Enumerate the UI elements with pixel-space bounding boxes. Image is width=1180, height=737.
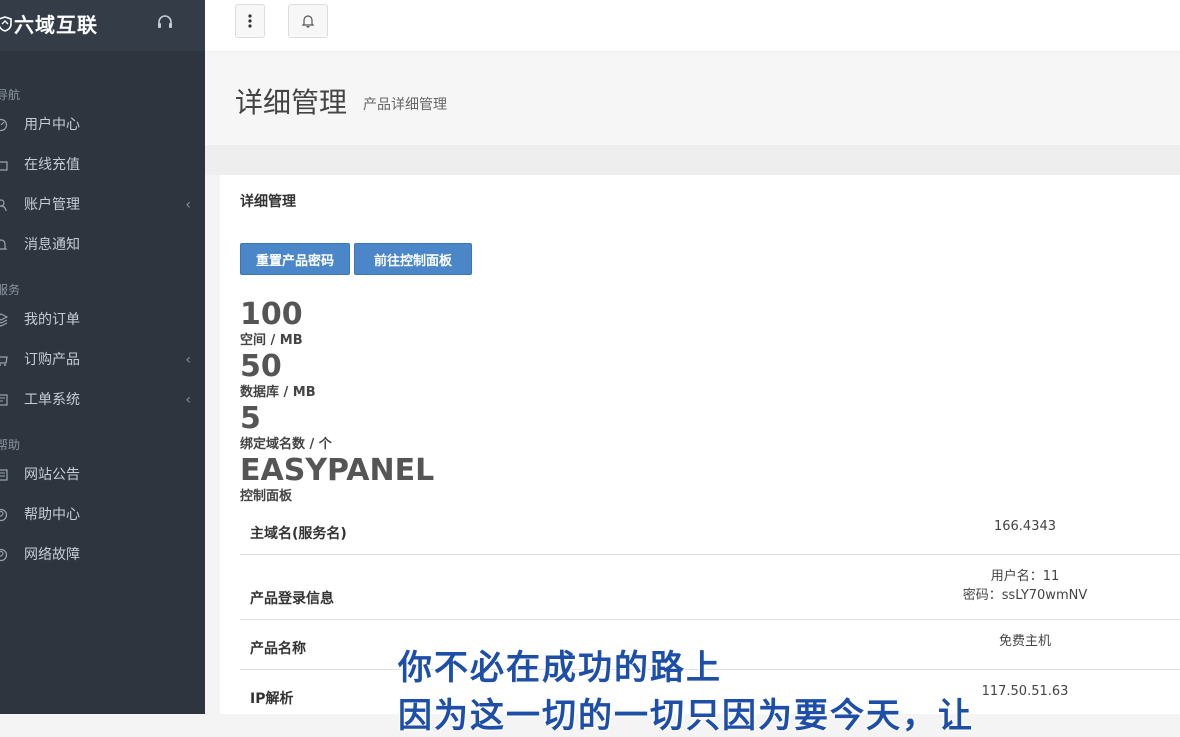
space-value: 100 [240, 297, 303, 332]
row-key: 主域名(服务名) [250, 526, 347, 542]
sidebar-nav: 导航用户中心在线充值账户管理 ‹ 消息通知服务我的订单订购产品 ‹ 工单系统 ‹ 帮助网站公… [0, 51, 205, 575]
layers-icon [0, 313, 8, 327]
shield-icon [0, 15, 12, 32]
nav-section-title: 导航 [0, 88, 21, 102]
sidebar-item-label: 账户管理 [24, 197, 80, 213]
row-key: 产品登录信息 [250, 591, 334, 607]
sidebar-item-label: 工单系统 [24, 392, 80, 408]
brand-logo[interactable]: 六域互联 [0, 9, 98, 38]
more-menu-button[interactable] [235, 4, 265, 38]
page-subtitle: 产品详细管理 [363, 97, 447, 113]
help-icon [0, 508, 8, 522]
nav-section-title: 帮助 [0, 438, 21, 452]
notifications-button[interactable] [288, 4, 328, 38]
dashboard-icon [0, 118, 8, 132]
folder-icon [0, 161, 8, 171]
user-icon [0, 199, 7, 212]
sidebar-item-label: 订购产品 [24, 352, 80, 368]
top-bar [205, 0, 1180, 52]
reset-password-button[interactable]: 重置产品密码 [240, 243, 350, 275]
row-value: 166.4343 [860, 517, 1180, 536]
sidebar-item[interactable]: 我的订单 [0, 300, 205, 340]
sidebar-item[interactable]: 用户中心 [0, 105, 205, 145]
video-caption-line-1: 你不必在成功的路上 [398, 648, 722, 688]
sidebar-item-label: 在线充值 [24, 157, 80, 173]
page-header: 详细管理 产品详细管理 [205, 52, 1180, 145]
chevron-left-icon: ‹ [185, 392, 191, 408]
sidebar-item[interactable]: 消息通知 [0, 225, 205, 265]
cart-icon [0, 356, 8, 366]
row-value: 用户名：11 密码：ssLY70wmNV [860, 567, 1180, 605]
sidebar: 六域互联 导航用户中心在线充值账户管理 ‹ 消息通知服务我的订单订购产品 ‹ 工单系统 ‹… [0, 0, 205, 714]
headset-icon[interactable] [156, 13, 174, 35]
page-title: 详细管理 [235, 86, 348, 119]
content-gap [205, 145, 1180, 175]
sidebar-item-label: 消息通知 [24, 237, 80, 253]
bell-icon [301, 15, 315, 28]
row-key: IP解析 [250, 691, 294, 707]
space-label: 空间 / MB [240, 333, 303, 348]
sidebar-item[interactable]: 在线充值 [0, 145, 205, 185]
sidebar-item[interactable]: 帮助中心 [0, 495, 205, 535]
sidebar-item-label: 网络故障 [24, 547, 80, 563]
sidebar-item[interactable]: 网络故障 [0, 535, 205, 575]
login-password: 密码：ssLY70wmNV [962, 588, 1088, 603]
table-row: 主域名(服务名) 166.4343 [240, 505, 1180, 555]
panel-title: 详细管理 [240, 194, 296, 210]
login-username: 用户名：11 [990, 569, 1060, 584]
database-value: 50 [240, 349, 282, 384]
sidebar-header: 六域互联 [0, 0, 205, 51]
go-to-control-panel-button[interactable]: 前往控制面板 [354, 243, 472, 275]
row-key: 产品名称 [250, 641, 306, 657]
chevron-left-icon: ‹ [185, 197, 191, 213]
sidebar-item-label: 我的订单 [24, 312, 80, 328]
control-panel-label: 控制面板 [240, 489, 293, 504]
more-vertical-icon [248, 14, 252, 28]
sidebar-item[interactable]: 网站公告 [0, 455, 205, 495]
main-domain-value: 166.4343 [993, 519, 1057, 534]
bell-icon [0, 239, 8, 250]
row-value: 免费主机 [860, 632, 1180, 651]
chevron-left-icon: ‹ [185, 352, 191, 368]
database-label: 数据库 / MB [240, 385, 316, 400]
sidebar-item[interactable]: 工单系统 ‹ [0, 380, 205, 420]
sidebar-item-label: 帮助中心 [24, 507, 80, 523]
sidebar-item-label: 网站公告 [24, 467, 80, 483]
domains-value: 5 [240, 401, 261, 436]
control-panel-value: EASYPANEL [240, 453, 435, 488]
domains-label: 绑定域名数 / 个 [240, 437, 332, 452]
details-panel: 详细管理 重置产品密码 前往控制面板 100 空间 / MB 50 数据库 / … [220, 175, 1180, 714]
product-name-value: 免费主机 [998, 634, 1051, 649]
sidebar-item[interactable]: 账户管理 ‹ [0, 185, 205, 225]
ticket-icon [0, 394, 8, 406]
help-circle-icon [0, 548, 8, 562]
nav-section-title: 服务 [0, 283, 21, 297]
video-caption-line-2: 因为这一切的一切只因为要今天，让 [398, 696, 974, 736]
brand-name: 六域互联 [14, 13, 98, 37]
table-row: 产品登录信息 用户名：11 密码：ssLY70wmNV [240, 555, 1180, 620]
sidebar-item-label: 用户中心 [24, 117, 80, 133]
announcement-icon [0, 469, 8, 481]
sidebar-item[interactable]: 订购产品 ‹ [0, 340, 205, 380]
